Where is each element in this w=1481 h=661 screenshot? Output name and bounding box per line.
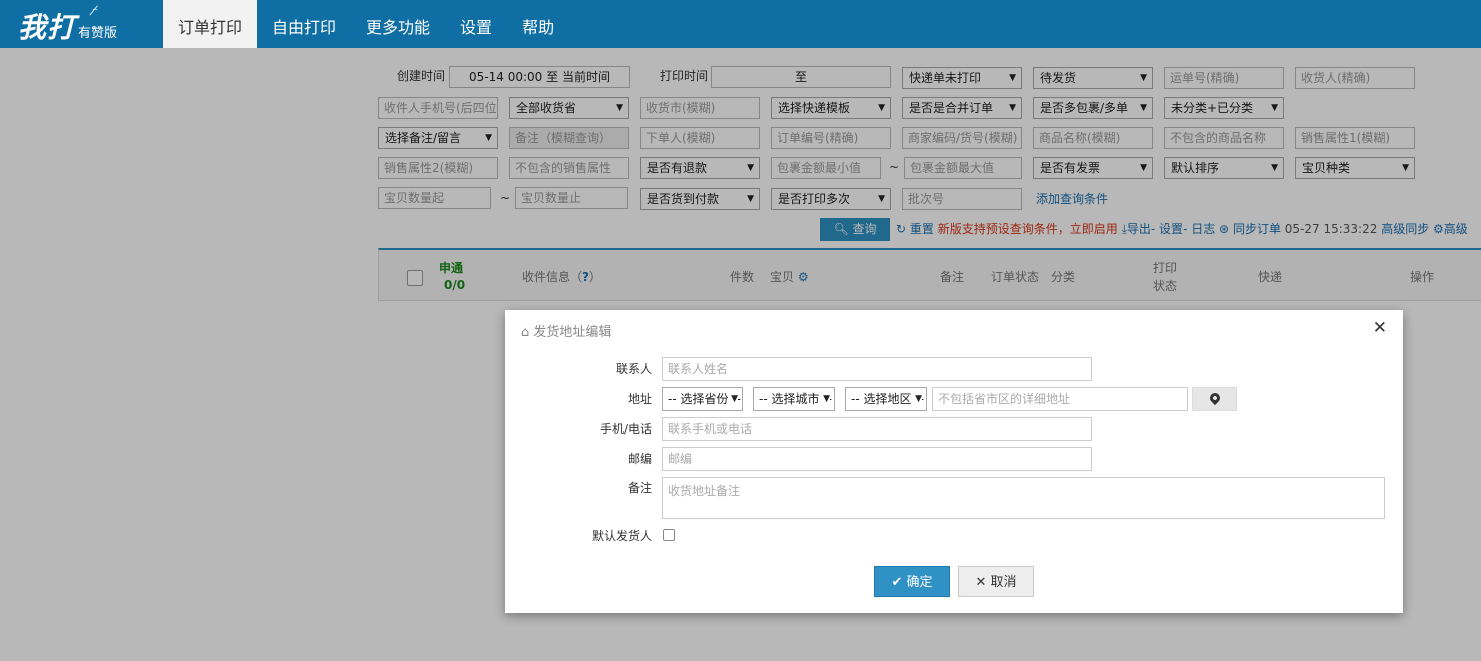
nav-order-print[interactable]: 订单打印 (163, 0, 258, 48)
cancel-button[interactable]: ✕ 取消 (958, 566, 1034, 597)
detail-address-input[interactable]: 不包括省市区的详细地址 (932, 387, 1188, 411)
chevron-down-icon: ▼ (729, 388, 738, 410)
cancel-label: 取消 (990, 575, 1017, 590)
confirm-label: 确定 (906, 575, 933, 590)
address-edit-dialog: ⌂ 发货地址编辑 ✕ 联系人 联系人姓名 地址 -- 选择省份 -- ▼ -- 选… (505, 310, 1403, 613)
phone-label: 手机/电话 (599, 422, 652, 436)
default-sender-checkbox[interactable] (663, 529, 675, 541)
zip-input[interactable]: 邮编 (662, 447, 1092, 471)
close-icon: ✕ (975, 575, 987, 590)
remark-label: 备注 (627, 481, 652, 495)
dialog-title-text: 发货地址编辑 (533, 325, 612, 340)
contact-input[interactable]: 联系人姓名 (662, 357, 1092, 381)
province-dropdown[interactable]: -- 选择省份 -- ▼ (662, 387, 743, 411)
logo-main-text: 我打 (18, 11, 77, 44)
chevron-down-icon: ▼ (913, 388, 922, 410)
check-icon: ✔ (891, 575, 903, 590)
close-icon[interactable]: ✕ (1373, 318, 1387, 338)
map-marker-icon (1207, 390, 1223, 406)
nav-free-print[interactable]: 自由打印 (257, 0, 351, 48)
logo-sub-text: 有赞版 (78, 26, 118, 41)
chevron-down-icon: ▼ (821, 388, 830, 410)
district-dropdown[interactable]: -- 选择地区 -- ▼ (845, 387, 927, 411)
nav-more-features[interactable]: 更多功能 (351, 0, 445, 48)
nav-help[interactable]: 帮助 (507, 0, 569, 48)
phone-input[interactable]: 联系手机或电话 (662, 417, 1092, 441)
nav-settings[interactable]: 设置 (445, 0, 507, 48)
logo-accent-icon: ⁻̸ (92, 4, 99, 18)
confirm-button[interactable]: ✔ 确定 (874, 566, 950, 597)
address-label: 地址 (627, 392, 652, 406)
locate-button[interactable] (1192, 387, 1237, 411)
dialog-title: ⌂ 发货地址编辑 (521, 321, 611, 340)
remark-textarea[interactable]: 收货地址备注 (662, 477, 1385, 519)
top-bar: 我打 有赞版 ⁻̸ 订单打印 自由打印 更多功能 设置 帮助 (0, 0, 1481, 48)
default-sender-label: 默认发货人 (591, 529, 652, 543)
contact-label: 联系人 (615, 362, 652, 376)
app-logo[interactable]: 我打 有赞版 ⁻̸ (18, 4, 118, 46)
city-dropdown[interactable]: -- 选择城市 -- ▼ (753, 387, 835, 411)
home-icon: ⌂ (521, 325, 530, 340)
main-nav: 订单打印 自由打印 更多功能 设置 帮助 (163, 0, 569, 48)
zip-label: 邮编 (627, 452, 652, 466)
